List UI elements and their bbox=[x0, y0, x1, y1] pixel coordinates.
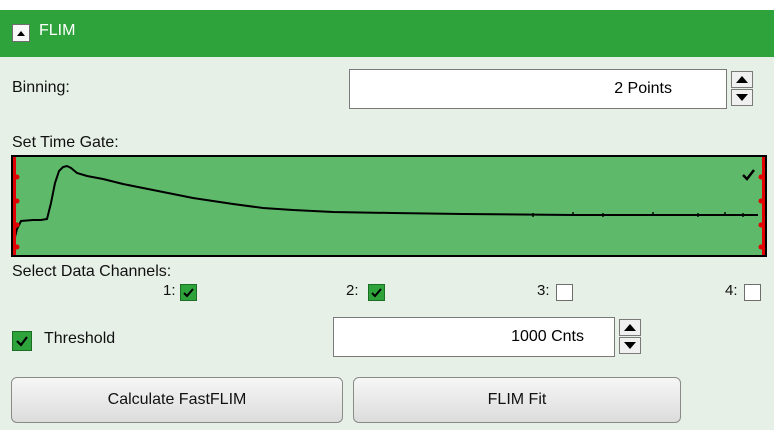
panel-title: FLIM bbox=[39, 22, 76, 39]
channel-1-checkbox[interactable] bbox=[180, 284, 197, 301]
threshold-up-button[interactable] bbox=[619, 319, 641, 336]
collapse-icon[interactable] bbox=[12, 24, 30, 42]
gate-right-marker bbox=[762, 157, 765, 255]
channel-2-label: 2: bbox=[346, 282, 359, 299]
decay-curve bbox=[13, 164, 758, 246]
calculate-fastflim-button[interactable]: Calculate FastFLIM bbox=[11, 377, 343, 423]
channel-3-label: 3: bbox=[537, 282, 550, 299]
threshold-field[interactable]: 1000 Cnts bbox=[333, 317, 615, 357]
gate-left-marker bbox=[13, 157, 16, 255]
binning-spinner[interactable] bbox=[731, 71, 753, 107]
threshold-value: 1000 Cnts bbox=[511, 328, 584, 345]
checkmark-icon bbox=[742, 169, 755, 181]
channel-2-checkbox[interactable] bbox=[368, 284, 385, 301]
channel-1-label: 1: bbox=[163, 282, 176, 299]
threshold-checkbox[interactable] bbox=[12, 331, 32, 351]
panel-header: FLIM bbox=[0, 10, 774, 57]
binning-label: Binning: bbox=[12, 79, 70, 96]
flim-panel: FLIM Binning: 2 Points Set Time Gate: Se… bbox=[0, 10, 774, 430]
channel-3-checkbox[interactable] bbox=[556, 284, 573, 301]
time-gate-plot[interactable] bbox=[11, 155, 767, 257]
channels-label: Select Data Channels: bbox=[12, 263, 172, 280]
flim-fit-button[interactable]: FLIM Fit bbox=[353, 377, 681, 423]
channel-4-label: 4: bbox=[725, 282, 738, 299]
threshold-label: Threshold bbox=[44, 330, 116, 347]
threshold-down-button[interactable] bbox=[619, 337, 641, 354]
threshold-spinner[interactable] bbox=[619, 319, 641, 355]
binning-up-button[interactable] bbox=[731, 71, 753, 88]
binning-value: 2 Points bbox=[614, 80, 672, 97]
binning-down-button[interactable] bbox=[731, 89, 753, 106]
channel-4-checkbox[interactable] bbox=[744, 284, 761, 301]
time-gate-label: Set Time Gate: bbox=[12, 134, 119, 151]
binning-field[interactable]: 2 Points bbox=[349, 69, 727, 109]
